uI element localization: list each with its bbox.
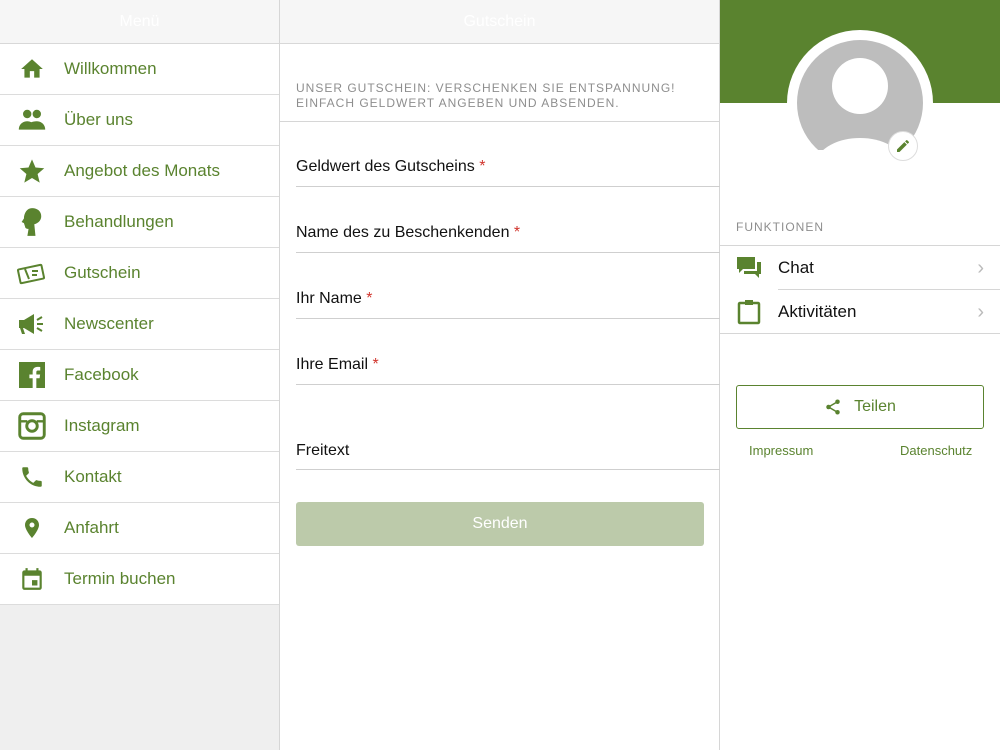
email-field[interactable]: Ihre Email *	[296, 356, 720, 385]
instagram-icon	[0, 412, 64, 440]
menu-panel: Menü Willkommen Über uns Angebot des Mon…	[0, 0, 280, 750]
form-intro: UNSER GUTSCHEIN: VERSCHENKEN SIE ENTSPAN…	[280, 44, 719, 122]
menu-item-gutschein[interactable]: Gutschein	[0, 248, 279, 299]
people-icon	[0, 108, 64, 132]
impressum-link[interactable]: Impressum	[749, 443, 813, 458]
menu-header: Menü	[0, 0, 279, 44]
profile-panel: FUNKTIONEN Chat › Aktivitäten › Teilen Imp…	[720, 0, 1000, 750]
avatar[interactable]	[787, 30, 933, 176]
pencil-icon	[897, 139, 909, 152]
required-marker: *	[366, 290, 373, 307]
menu-item-facebook[interactable]: Facebook	[0, 350, 279, 401]
share-icon	[826, 399, 840, 415]
field-label: Ihre Email	[296, 356, 369, 373]
aktivitaeten-item[interactable]: Aktivitäten ›	[720, 290, 1000, 334]
beschenkter-name-field[interactable]: Name des zu Beschenkenden *	[296, 224, 720, 253]
facebook-icon	[0, 362, 64, 388]
chevron-right-icon: ›	[977, 256, 984, 279]
menu-item-willkommen[interactable]: Willkommen	[0, 44, 279, 95]
section-label: FUNKTIONEN	[736, 220, 824, 234]
face-profile-icon	[0, 207, 64, 237]
chat-icon	[720, 256, 778, 280]
field-label: Freitext	[296, 442, 350, 459]
edit-avatar-button[interactable]	[888, 131, 918, 161]
menu-item-behandlungen[interactable]: Behandlungen	[0, 197, 279, 248]
menu-item-kontakt[interactable]: Kontakt	[0, 452, 279, 503]
aktivitaeten-label: Aktivitäten	[778, 302, 857, 321]
field-label: Ihr Name	[296, 290, 362, 307]
menu-item-ueber-uns[interactable]: Über uns	[0, 95, 279, 146]
chevron-right-icon: ›	[977, 300, 984, 323]
menu-item-instagram[interactable]: Instagram	[0, 401, 279, 452]
megaphone-icon	[0, 311, 64, 337]
clipboard-icon	[720, 299, 778, 325]
freitext-field[interactable]: Freitext	[296, 442, 720, 470]
menu-item-angebot[interactable]: Angebot des Monats	[0, 146, 279, 197]
phone-icon	[0, 464, 64, 490]
divider	[720, 333, 1000, 334]
datenschutz-link[interactable]: Datenschutz	[900, 443, 972, 458]
menu-item-termin[interactable]: Termin buchen	[0, 554, 279, 605]
menu-list: Willkommen Über uns Angebot des Monats B…	[0, 44, 279, 605]
voucher-icon	[0, 261, 64, 285]
menu-item-anfahrt[interactable]: Anfahrt	[0, 503, 279, 554]
location-pin-icon	[0, 514, 64, 542]
menu-item-newscenter[interactable]: Newscenter	[0, 299, 279, 350]
share-button[interactable]: Teilen	[736, 385, 984, 429]
chat-label: Chat	[778, 258, 814, 277]
voucher-form-panel: Gutschein UNSER GUTSCHEIN: VERSCHENKEN S…	[280, 0, 720, 750]
field-label: Name des zu Beschenkenden	[296, 224, 510, 241]
star-icon	[0, 157, 64, 185]
required-marker: *	[479, 158, 486, 175]
send-button[interactable]: Senden	[296, 502, 704, 546]
field-label: Geldwert des Gutscheins	[296, 158, 475, 175]
intro-line: EINFACH GELDWERT ANGEBEN UND ABSENDEN.	[296, 96, 620, 110]
home-icon	[0, 56, 64, 82]
intro-line: UNSER GUTSCHEIN: VERSCHENKEN SIE ENTSPAN…	[296, 81, 676, 95]
required-marker: *	[513, 224, 521, 241]
required-marker: *	[372, 356, 379, 373]
geldwert-field[interactable]: Geldwert des Gutscheins *	[296, 158, 720, 187]
chat-item[interactable]: Chat ›	[720, 246, 1000, 290]
share-label: Teilen	[854, 398, 896, 415]
calendar-icon	[0, 566, 64, 592]
form-header: Gutschein	[280, 0, 719, 44]
ihr-name-field[interactable]: Ihr Name *	[296, 290, 720, 319]
